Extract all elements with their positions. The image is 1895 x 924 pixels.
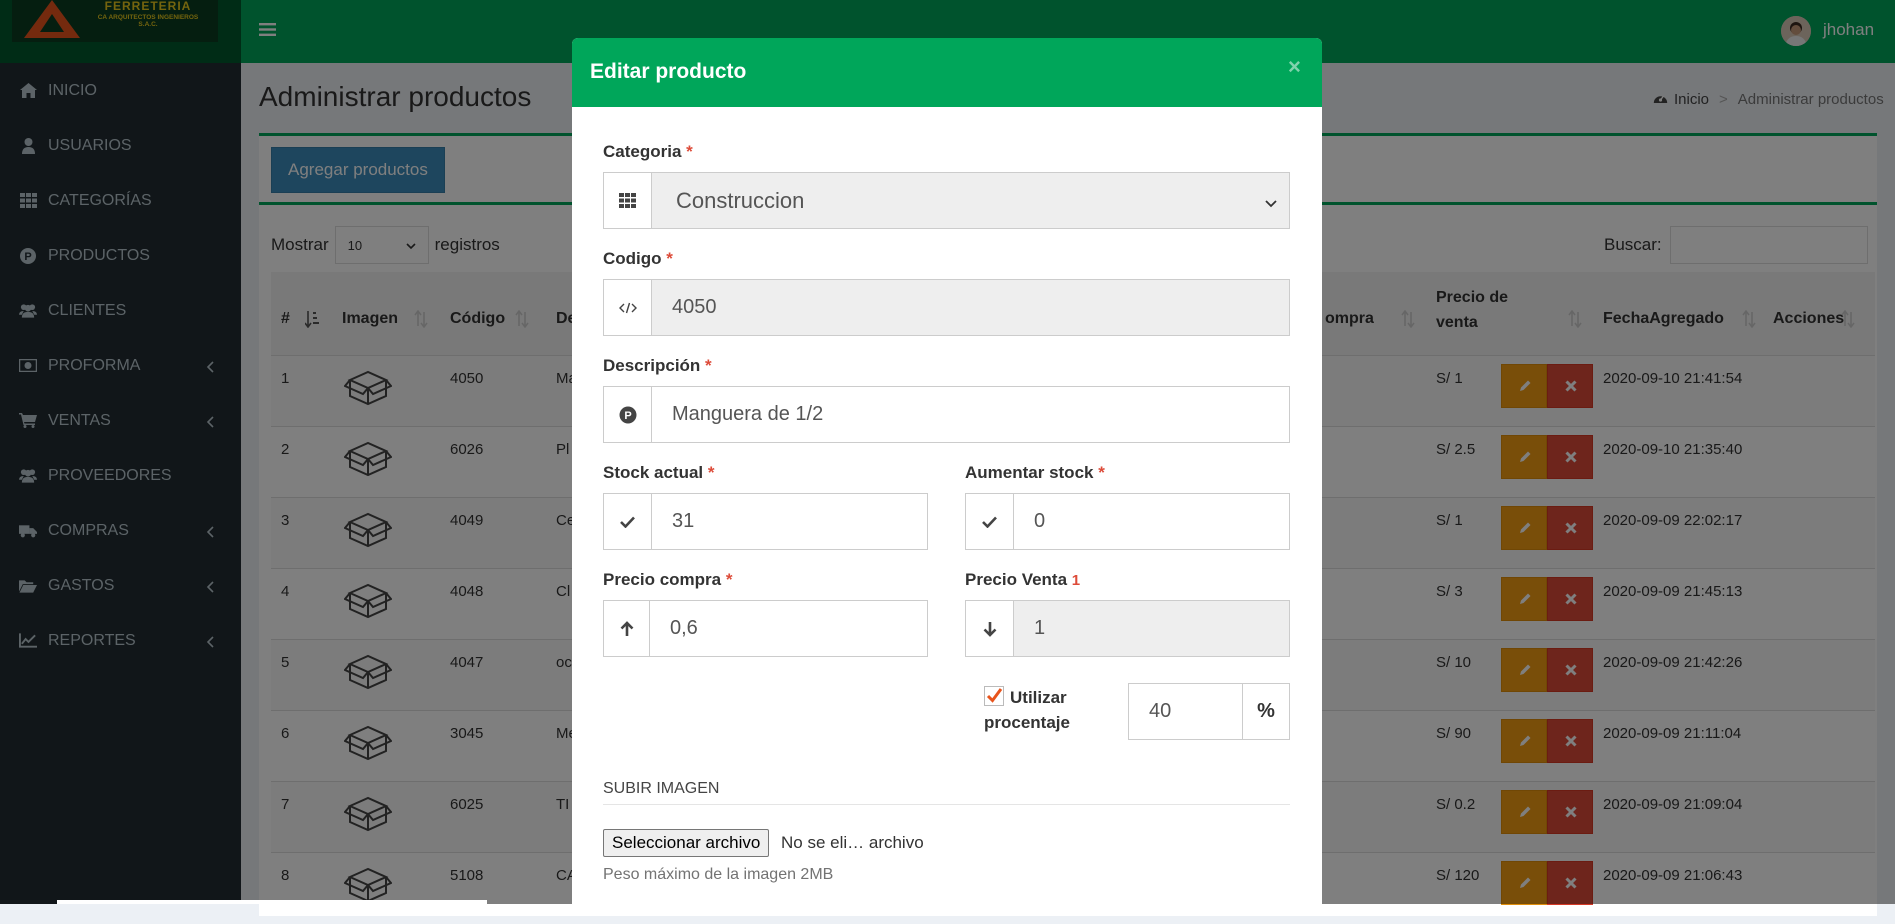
aumentar-stock-input[interactable]: 0 (1014, 494, 1289, 549)
code-icon (604, 280, 652, 335)
file-select-button[interactable]: Seleccionar archivo (603, 829, 770, 857)
porcentaje-input[interactable]: 40 (1129, 684, 1242, 739)
product-hunt-icon: P (604, 387, 652, 442)
precio-venta-label: Precio Venta 1 (965, 570, 1080, 590)
checkmark-icon (986, 688, 1003, 703)
required-mark: * (686, 142, 693, 161)
check-icon (966, 494, 1014, 549)
categoria-field: Construccion (603, 172, 1290, 229)
descripcion-label-text: Descripción (603, 356, 701, 375)
subir-imagen-title: SUBIR IMAGEN (603, 780, 720, 797)
precio-venta-mark: 1 (1071, 572, 1081, 589)
check-icon (604, 494, 652, 549)
arrow-up-icon (604, 601, 650, 656)
codigo-label-text: Codigo (603, 249, 662, 268)
edit-product-modal: Editar producto × Categoria * Construcci… (572, 38, 1322, 904)
codigo-label: Codigo * (603, 249, 673, 269)
precio-venta-input[interactable]: 1 (1014, 601, 1289, 656)
categoria-value: Construccion (676, 187, 805, 213)
file-status: No se eli… archivo (781, 833, 924, 852)
svg-text:P: P (624, 410, 631, 422)
stock-label: Stock actual * (603, 463, 715, 483)
precio-compra-field: 0,6 (603, 600, 928, 657)
precio-venta-field: 1 (965, 600, 1290, 657)
categoria-label: Categoria * (603, 142, 693, 162)
utilizar-porcentaje-checkbox[interactable] (984, 686, 1004, 706)
precio-compra-input[interactable]: 0,6 (650, 601, 927, 656)
required-mark: * (725, 570, 733, 589)
porcentaje-field: 40 % (1128, 683, 1290, 740)
aumentar-stock-label: Aumentar stock * (965, 463, 1105, 483)
required-mark: * (707, 463, 715, 482)
required-mark: * (705, 356, 712, 375)
percent-addon: % (1242, 684, 1289, 739)
stock-label-text: Stock actual (603, 463, 704, 482)
required-mark: * (1098, 463, 1105, 482)
stock-input[interactable]: 31 (652, 494, 927, 549)
image-help-text: Peso máximo de la imagen 2MB (603, 866, 834, 883)
modal-title: Editar producto (590, 60, 747, 83)
precio-venta-label-text: Precio Venta (965, 570, 1068, 589)
codigo-input[interactable]: 4050 (652, 280, 1289, 335)
modal-header: Editar producto × (572, 38, 1322, 107)
required-mark: * (666, 249, 673, 268)
descripcion-input[interactable]: Manguera de 1/2 (652, 387, 1289, 442)
categoria-label-text: Categoria (603, 142, 682, 161)
close-icon[interactable]: × (1288, 54, 1301, 80)
descripcion-field: P Manguera de 1/2 (603, 386, 1290, 443)
bottom-scroll-strip (57, 900, 487, 904)
codigo-field: 4050 (603, 279, 1290, 336)
precio-compra-label-text: Precio compra (603, 570, 722, 589)
stock-field: 31 (603, 493, 928, 550)
arrow-down-icon (966, 601, 1014, 656)
precio-compra-label: Precio compra * (603, 570, 732, 590)
th-icon (604, 173, 652, 228)
aumentar-stock-label-text: Aumentar stock (965, 463, 1094, 482)
descripcion-label: Descripción * (603, 356, 712, 376)
aumentar-stock-field: 0 (965, 493, 1290, 550)
section-divider (603, 804, 1290, 805)
categoria-select[interactable]: Construccion (652, 173, 1289, 228)
chevron-down-icon (1265, 188, 1277, 214)
